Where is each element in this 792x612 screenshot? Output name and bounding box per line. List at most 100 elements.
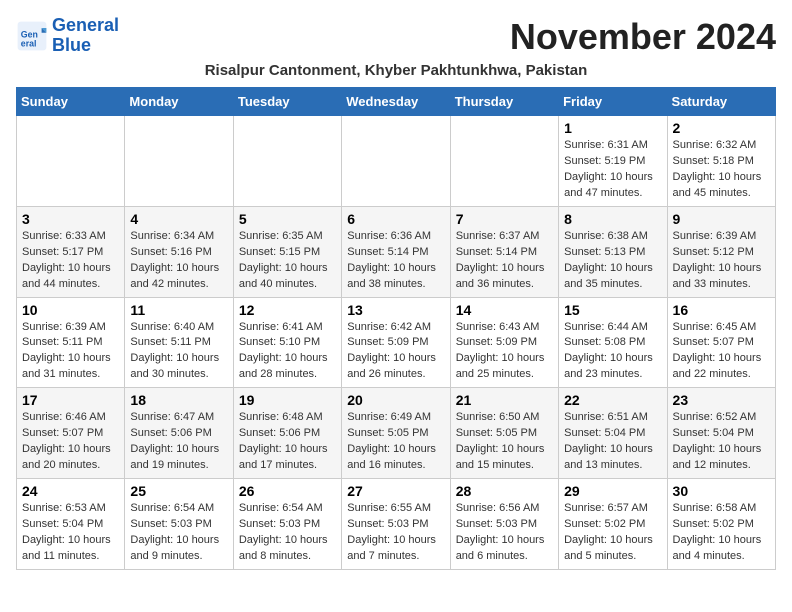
day-number: 6 (347, 211, 444, 227)
calendar-cell: 22 Sunrise: 6:51 AM Sunset: 5:04 PM Dayli… (559, 388, 667, 479)
day-info: Sunrise: 6:51 AM Sunset: 5:04 PM Dayligh… (564, 410, 661, 474)
day-number: 30 (673, 483, 770, 499)
calendar-cell: 8 Sunrise: 6:38 AM Sunset: 5:13 PM Daylig… (559, 206, 667, 297)
calendar-cell: 5 Sunrise: 6:35 AM Sunset: 5:15 PM Daylig… (233, 206, 341, 297)
calendar-week-4: 17 Sunrise: 6:46 AM Sunset: 5:07 PM Dayli… (17, 388, 776, 479)
title-section: November 2024 (510, 16, 776, 58)
weekday-header-tuesday: Tuesday (233, 88, 341, 116)
day-number: 28 (456, 483, 553, 499)
calendar-cell: 11 Sunrise: 6:40 AM Sunset: 5:11 PM Dayli… (125, 297, 233, 388)
day-info: Sunrise: 6:48 AM Sunset: 5:06 PM Dayligh… (239, 410, 336, 474)
day-number: 19 (239, 392, 336, 408)
calendar-cell: 25 Sunrise: 6:54 AM Sunset: 5:03 PM Dayli… (125, 479, 233, 570)
day-info: Sunrise: 6:31 AM Sunset: 5:19 PM Dayligh… (564, 138, 661, 202)
day-info: Sunrise: 6:36 AM Sunset: 5:14 PM Dayligh… (347, 229, 444, 293)
day-info: Sunrise: 6:35 AM Sunset: 5:15 PM Dayligh… (239, 229, 336, 293)
day-info: Sunrise: 6:57 AM Sunset: 5:02 PM Dayligh… (564, 501, 661, 565)
top-bar: Gen eral General Blue November 2024 (16, 16, 776, 60)
calendar-cell: 19 Sunrise: 6:48 AM Sunset: 5:06 PM Dayli… (233, 388, 341, 479)
day-info: Sunrise: 6:37 AM Sunset: 5:14 PM Dayligh… (456, 229, 553, 293)
day-info: Sunrise: 6:53 AM Sunset: 5:04 PM Dayligh… (22, 501, 119, 565)
day-number: 12 (239, 302, 336, 318)
day-info: Sunrise: 6:39 AM Sunset: 5:12 PM Dayligh… (673, 229, 770, 293)
day-number: 8 (564, 211, 661, 227)
calendar-cell: 17 Sunrise: 6:46 AM Sunset: 5:07 PM Dayli… (17, 388, 125, 479)
day-info: Sunrise: 6:42 AM Sunset: 5:09 PM Dayligh… (347, 320, 444, 384)
calendar-cell: 6 Sunrise: 6:36 AM Sunset: 5:14 PM Daylig… (342, 206, 450, 297)
day-info: Sunrise: 6:34 AM Sunset: 5:16 PM Dayligh… (130, 229, 227, 293)
day-info: Sunrise: 6:43 AM Sunset: 5:09 PM Dayligh… (456, 320, 553, 384)
day-info: Sunrise: 6:49 AM Sunset: 5:05 PM Dayligh… (347, 410, 444, 474)
day-number: 9 (673, 211, 770, 227)
day-info: Sunrise: 6:40 AM Sunset: 5:11 PM Dayligh… (130, 320, 227, 384)
day-info: Sunrise: 6:33 AM Sunset: 5:17 PM Dayligh… (22, 229, 119, 293)
day-number: 4 (130, 211, 227, 227)
weekday-header-thursday: Thursday (450, 88, 558, 116)
day-info: Sunrise: 6:38 AM Sunset: 5:13 PM Dayligh… (564, 229, 661, 293)
calendar-cell: 4 Sunrise: 6:34 AM Sunset: 5:16 PM Daylig… (125, 206, 233, 297)
day-number: 21 (456, 392, 553, 408)
day-info: Sunrise: 6:39 AM Sunset: 5:11 PM Dayligh… (22, 320, 119, 384)
calendar-week-2: 3 Sunrise: 6:33 AM Sunset: 5:17 PM Daylig… (17, 206, 776, 297)
calendar-cell: 14 Sunrise: 6:43 AM Sunset: 5:09 PM Dayli… (450, 297, 558, 388)
logo-icon: Gen eral (16, 20, 48, 52)
weekday-header-wednesday: Wednesday (342, 88, 450, 116)
weekday-header-monday: Monday (125, 88, 233, 116)
day-number: 26 (239, 483, 336, 499)
day-info: Sunrise: 6:54 AM Sunset: 5:03 PM Dayligh… (130, 501, 227, 565)
calendar-cell: 13 Sunrise: 6:42 AM Sunset: 5:09 PM Dayli… (342, 297, 450, 388)
day-number: 11 (130, 302, 227, 318)
day-info: Sunrise: 6:47 AM Sunset: 5:06 PM Dayligh… (130, 410, 227, 474)
weekday-header-friday: Friday (559, 88, 667, 116)
calendar-cell: 23 Sunrise: 6:52 AM Sunset: 5:04 PM Dayli… (667, 388, 775, 479)
day-number: 1 (564, 120, 661, 136)
day-number: 17 (22, 392, 119, 408)
calendar-cell: 15Sunrise: 6:44 AM Sunset: 5:08 PM Dayli… (559, 297, 667, 388)
svg-text:eral: eral (21, 38, 37, 48)
day-info: Sunrise: 6:58 AM Sunset: 5:02 PM Dayligh… (673, 501, 770, 565)
day-info: Sunrise: 6:50 AM Sunset: 5:05 PM Dayligh… (456, 410, 553, 474)
day-number: 25 (130, 483, 227, 499)
day-number: 29 (564, 483, 661, 499)
day-number: 22 (564, 392, 661, 408)
day-info: Sunrise: 6:54 AM Sunset: 5:03 PM Dayligh… (239, 501, 336, 565)
day-number: 5 (239, 211, 336, 227)
calendar-cell (17, 116, 125, 207)
calendar-cell: 18Sunrise: 6:47 AM Sunset: 5:06 PM Dayli… (125, 388, 233, 479)
day-info: Sunrise: 6:55 AM Sunset: 5:03 PM Dayligh… (347, 501, 444, 565)
day-info: Sunrise: 6:41 AM Sunset: 5:10 PM Dayligh… (239, 320, 336, 384)
day-info: Sunrise: 6:44 AM Sunset: 5:08 PM Dayligh… (564, 320, 661, 384)
day-info: Sunrise: 6:32 AM Sunset: 5:18 PM Dayligh… (673, 138, 770, 202)
day-number: 24 (22, 483, 119, 499)
day-number: 16 (673, 302, 770, 318)
calendar-table: SundayMondayTuesdayWednesdayThursdayFrid… (16, 87, 776, 570)
calendar-cell (233, 116, 341, 207)
weekday-header-sunday: Sunday (17, 88, 125, 116)
day-info: Sunrise: 6:46 AM Sunset: 5:07 PM Dayligh… (22, 410, 119, 474)
calendar-cell (450, 116, 558, 207)
calendar-cell: 27Sunrise: 6:55 AM Sunset: 5:03 PM Dayli… (342, 479, 450, 570)
calendar-cell (342, 116, 450, 207)
day-number: 13 (347, 302, 444, 318)
logo: Gen eral General Blue (16, 16, 119, 56)
day-info: Sunrise: 6:56 AM Sunset: 5:03 PM Dayligh… (456, 501, 553, 565)
day-number: 3 (22, 211, 119, 227)
calendar-cell: 1 Sunrise: 6:31 AM Sunset: 5:19 PM Daylig… (559, 116, 667, 207)
calendar-cell: 30 Sunrise: 6:58 AM Sunset: 5:02 PM Dayli… (667, 479, 775, 570)
month-title: November 2024 (510, 16, 776, 58)
calendar-cell: 3 Sunrise: 6:33 AM Sunset: 5:17 PM Daylig… (17, 206, 125, 297)
day-number: 20 (347, 392, 444, 408)
calendar-cell: 16 Sunrise: 6:45 AM Sunset: 5:07 PM Dayli… (667, 297, 775, 388)
calendar-cell: 10Sunrise: 6:39 AM Sunset: 5:11 PM Dayli… (17, 297, 125, 388)
calendar-cell: 26 Sunrise: 6:54 AM Sunset: 5:03 PM Dayli… (233, 479, 341, 570)
calendar-week-3: 10Sunrise: 6:39 AM Sunset: 5:11 PM Dayli… (17, 297, 776, 388)
day-info: Sunrise: 6:45 AM Sunset: 5:07 PM Dayligh… (673, 320, 770, 384)
calendar-cell: 20 Sunrise: 6:49 AM Sunset: 5:05 PM Dayli… (342, 388, 450, 479)
day-info: Sunrise: 6:52 AM Sunset: 5:04 PM Dayligh… (673, 410, 770, 474)
calendar-cell: 21 Sunrise: 6:50 AM Sunset: 5:05 PM Dayli… (450, 388, 558, 479)
day-number: 14 (456, 302, 553, 318)
calendar-cell: 2 Sunrise: 6:32 AM Sunset: 5:18 PM Daylig… (667, 116, 775, 207)
day-number: 23 (673, 392, 770, 408)
day-number: 2 (673, 120, 770, 136)
calendar-week-5: 24 Sunrise: 6:53 AM Sunset: 5:04 PM Dayli… (17, 479, 776, 570)
